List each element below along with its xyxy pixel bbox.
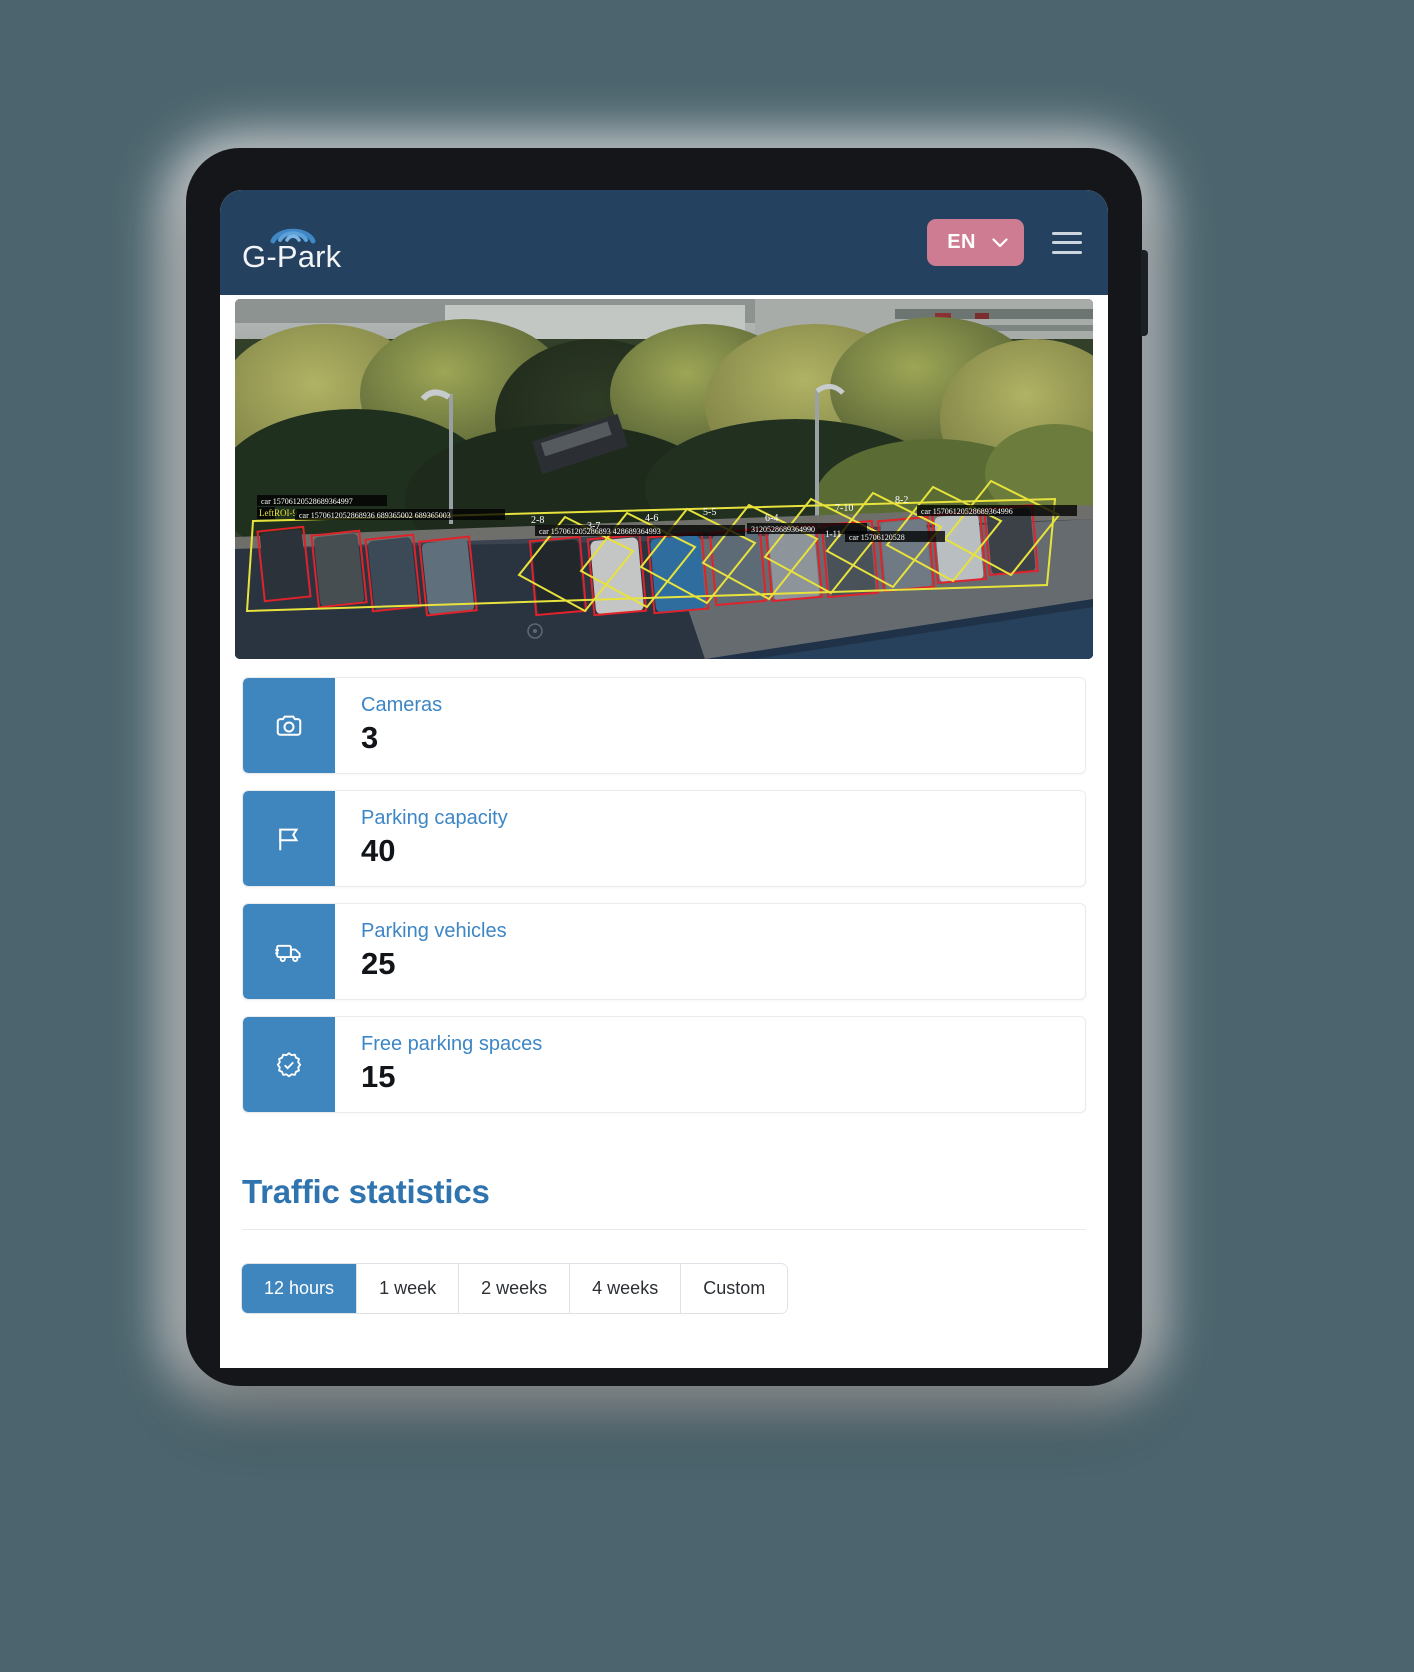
svg-text:car 15706120528: car 15706120528 xyxy=(849,533,905,542)
stat-body: Free parking spaces 15 xyxy=(335,1017,542,1112)
svg-text:2-8: 2-8 xyxy=(531,515,544,526)
tablet-screen: G-Park EN car 15706120528689364997 LeftR… xyxy=(220,190,1108,1368)
stat-icon-cell xyxy=(243,1017,335,1112)
svg-text:7-10: 7-10 xyxy=(835,503,853,514)
stat-value: 3 xyxy=(361,720,379,755)
svg-text:6-4: 6-4 xyxy=(765,513,778,524)
stat-label: Parking vehicles xyxy=(361,920,507,942)
traffic-statistics-title: Traffic statistics xyxy=(242,1173,490,1210)
svg-text:LeftROI-9: LeftROI-9 xyxy=(259,508,297,518)
stat-body: Parking capacity 40 xyxy=(335,791,508,886)
language-selector[interactable]: EN xyxy=(927,219,1024,266)
chevron-down-icon xyxy=(992,237,1008,247)
stat-value: 15 xyxy=(361,1059,396,1094)
svg-text:4-6: 4-6 xyxy=(645,513,658,524)
traffic-statistics-section: Traffic statistics 12 hours 1 week 2 wee… xyxy=(220,1133,1108,1313)
svg-text:5-5: 5-5 xyxy=(703,507,716,518)
svg-text:1-11: 1-11 xyxy=(825,529,841,539)
hamburger-bar xyxy=(1052,241,1082,244)
camera-feed[interactable]: car 15706120528689364997 LeftROI-9 car 1… xyxy=(235,299,1093,659)
stat-card-parking-vehicles[interactable]: Parking vehicles 25 xyxy=(242,903,1086,1000)
tab-2-weeks[interactable]: 2 weeks xyxy=(459,1264,571,1313)
svg-text:3120528689364990: 3120528689364990 xyxy=(751,525,815,534)
svg-text:car 15706120528689364997: car 15706120528689364997 xyxy=(261,497,353,506)
stat-body: Parking vehicles 25 xyxy=(335,904,507,999)
tab-4-weeks[interactable]: 4 weeks xyxy=(570,1264,682,1313)
stat-icon-cell xyxy=(243,791,335,886)
tab-12-hours[interactable]: 12 hours xyxy=(242,1264,358,1313)
svg-text:car 15706120528689364996: car 15706120528689364996 xyxy=(921,507,1013,516)
stat-card-parking-capacity[interactable]: Parking capacity 40 xyxy=(242,790,1086,887)
stat-value: 40 xyxy=(361,833,396,868)
stat-value: 25 xyxy=(361,946,396,981)
svg-text:car 1570612052868936 689365002: car 1570612052868936 689365002 689365003 xyxy=(299,511,451,520)
brand-logo[interactable]: G-Park xyxy=(242,213,341,272)
tab-1-week[interactable]: 1 week xyxy=(357,1264,460,1313)
tablet-side-button[interactable] xyxy=(1141,250,1148,336)
check-badge-icon xyxy=(276,1051,302,1077)
hamburger-menu-icon[interactable] xyxy=(1052,231,1082,254)
hamburger-bar xyxy=(1052,250,1082,254)
stat-card-free-parking-spaces[interactable]: Free parking spaces 15 xyxy=(242,1016,1086,1113)
svg-text:8-2: 8-2 xyxy=(895,495,908,506)
brand-name: G-Park xyxy=(242,239,342,274)
time-range-tabs: 12 hours 1 week 2 weeks 4 weeks Custom xyxy=(242,1264,788,1313)
app-header: G-Park EN xyxy=(220,190,1108,295)
stat-icon-cell xyxy=(243,678,335,773)
camera-icon xyxy=(276,715,302,736)
stat-icon-cell xyxy=(243,904,335,999)
stat-card-cameras[interactable]: Cameras 3 xyxy=(242,677,1086,774)
truck-icon xyxy=(275,944,301,962)
svg-text:3-7: 3-7 xyxy=(587,521,600,532)
stat-label: Free parking spaces xyxy=(361,1033,543,1055)
wifi-arc-icon xyxy=(270,228,316,244)
stat-body: Cameras 3 xyxy=(335,678,442,773)
camera-feed-image: car 15706120528689364997 LeftROI-9 car 1… xyxy=(235,299,1093,659)
language-label: EN xyxy=(947,231,976,253)
hamburger-bar xyxy=(1052,231,1082,235)
stat-label: Parking capacity xyxy=(361,807,508,829)
stat-label: Cameras xyxy=(361,694,443,716)
tab-custom[interactable]: Custom xyxy=(681,1264,788,1313)
section-divider xyxy=(242,1229,1086,1230)
header-actions: EN xyxy=(927,219,1082,266)
stats-list: Cameras 3 Parking capacity 40 Parking ve… xyxy=(220,659,1108,1133)
flag-icon xyxy=(279,828,299,850)
